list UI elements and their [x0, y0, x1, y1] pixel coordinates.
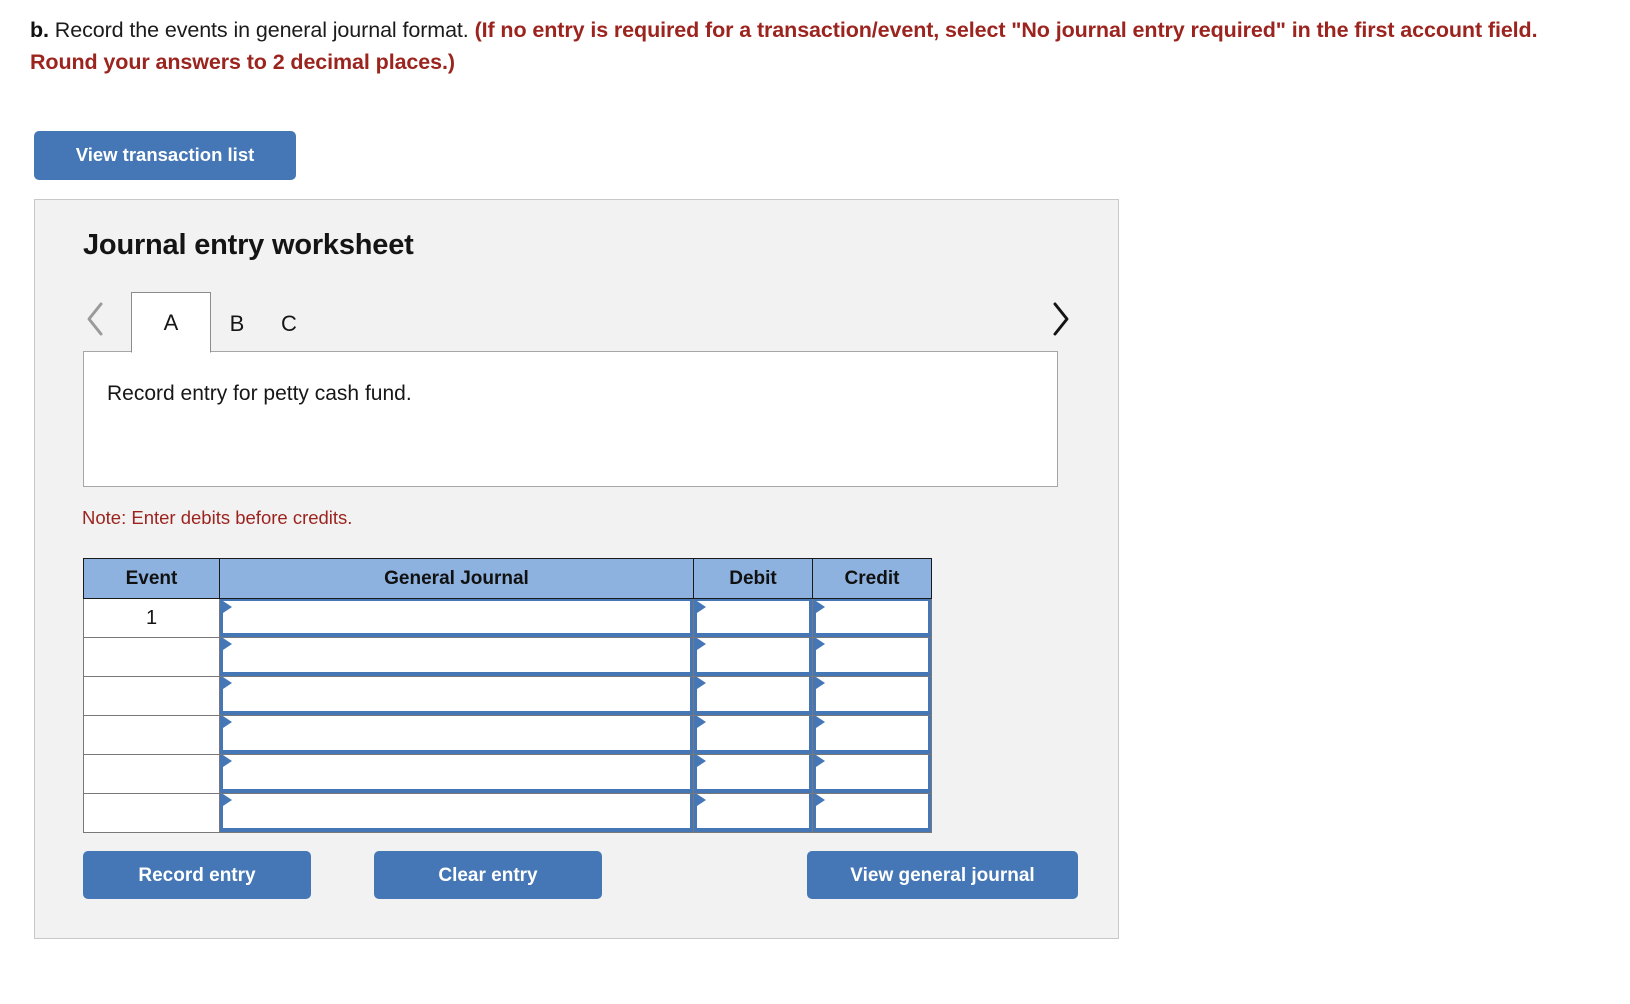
dropdown-caret-icon: [697, 638, 706, 650]
general-journal-select[interactable]: [220, 755, 693, 793]
debit-input[interactable]: [694, 677, 812, 715]
table-row: 1: [83, 598, 932, 638]
prompt-label: b.: [30, 18, 49, 42]
general-journal-select[interactable]: [220, 677, 693, 715]
dropdown-caret-icon: [223, 677, 232, 689]
debit-input-cell[interactable]: [693, 637, 813, 677]
dropdown-caret-icon: [223, 601, 232, 613]
credit-input[interactable]: [813, 716, 931, 754]
table-row: [83, 715, 932, 755]
column-header-credit: Credit: [812, 558, 932, 599]
credit-input[interactable]: [813, 794, 931, 832]
clear-entry-button[interactable]: Clear entry: [374, 851, 602, 899]
transaction-description-text: Record entry for petty cash fund.: [107, 382, 412, 405]
dropdown-caret-icon: [816, 755, 825, 767]
dropdown-caret-icon: [816, 638, 825, 650]
record-entry-button[interactable]: Record entry: [83, 851, 311, 899]
debit-input-cell[interactable]: [693, 715, 813, 755]
credit-input[interactable]: [813, 599, 931, 637]
dropdown-caret-icon: [816, 716, 825, 728]
table-header-row: Event General Journal Debit Credit: [83, 558, 932, 599]
tab-b[interactable]: B: [211, 294, 263, 353]
debit-input[interactable]: [694, 794, 812, 832]
dropdown-caret-icon: [223, 638, 232, 650]
general-journal-select-cell[interactable]: [219, 676, 694, 716]
debits-before-credits-note: Note: Enter debits before credits.: [82, 507, 353, 528]
table-row: [83, 676, 932, 716]
table-row: [83, 754, 932, 794]
dropdown-caret-icon: [697, 755, 706, 767]
credit-input-cell[interactable]: [812, 754, 932, 794]
dropdown-caret-icon: [816, 794, 825, 806]
general-journal-select[interactable]: [220, 638, 693, 676]
event-number-cell: [83, 754, 220, 794]
dropdown-caret-icon: [697, 601, 706, 613]
general-journal-select-cell[interactable]: [219, 637, 694, 677]
general-journal-select[interactable]: [220, 716, 693, 754]
worksheet-tab-strip: A B C: [83, 289, 1073, 353]
credit-input[interactable]: [813, 638, 931, 676]
column-header-general-journal: General Journal: [219, 558, 694, 599]
debit-input[interactable]: [694, 716, 812, 754]
credit-input-cell[interactable]: [812, 598, 932, 638]
event-number-cell: 1: [83, 598, 220, 638]
dropdown-caret-icon: [816, 677, 825, 689]
worksheet-title: Journal entry worksheet: [83, 229, 414, 261]
prompt-plain-text: Record the events in general journal for…: [48, 18, 475, 42]
debit-input-cell[interactable]: [693, 754, 813, 794]
general-journal-select-cell[interactable]: [219, 754, 694, 794]
worksheet-tabs: A B C: [131, 289, 315, 353]
credit-input[interactable]: [813, 677, 931, 715]
chevron-left-icon[interactable]: [83, 297, 109, 341]
general-journal-select-cell[interactable]: [219, 598, 694, 638]
debit-input-cell[interactable]: [693, 676, 813, 716]
journal-entry-worksheet-panel: Journal entry worksheet A B C Record ent…: [34, 199, 1119, 939]
transaction-description-box: Record entry for petty cash fund.: [83, 351, 1058, 487]
event-number-cell: [83, 793, 220, 833]
credit-input[interactable]: [813, 755, 931, 793]
credit-input-cell[interactable]: [812, 715, 932, 755]
dropdown-caret-icon: [816, 601, 825, 613]
debit-input-cell[interactable]: [693, 598, 813, 638]
general-journal-table: Event General Journal Debit Credit 1: [83, 558, 932, 833]
dropdown-caret-icon: [223, 794, 232, 806]
tab-c[interactable]: C: [263, 294, 315, 353]
chevron-right-icon[interactable]: [1047, 297, 1073, 341]
debit-input-cell[interactable]: [693, 793, 813, 833]
question-prompt: b. Record the events in general journal …: [30, 14, 1610, 79]
general-journal-select[interactable]: [220, 794, 693, 832]
table-row: [83, 793, 932, 833]
dropdown-caret-icon: [697, 794, 706, 806]
event-number-cell: [83, 715, 220, 755]
tab-a[interactable]: A: [131, 292, 211, 353]
debit-input[interactable]: [694, 599, 812, 637]
event-number-cell: [83, 676, 220, 716]
debit-input[interactable]: [694, 638, 812, 676]
dropdown-caret-icon: [697, 677, 706, 689]
dropdown-caret-icon: [223, 716, 232, 728]
column-header-event: Event: [83, 558, 220, 599]
general-journal-select-cell[interactable]: [219, 715, 694, 755]
table-row: [83, 637, 932, 677]
credit-input-cell[interactable]: [812, 676, 932, 716]
column-header-debit: Debit: [693, 558, 813, 599]
view-general-journal-button[interactable]: View general journal: [807, 851, 1078, 899]
debit-input[interactable]: [694, 755, 812, 793]
general-journal-select-cell[interactable]: [219, 793, 694, 833]
credit-input-cell[interactable]: [812, 793, 932, 833]
view-transaction-list-button[interactable]: View transaction list: [34, 131, 296, 180]
event-number-cell: [83, 637, 220, 677]
credit-input-cell[interactable]: [812, 637, 932, 677]
general-journal-select[interactable]: [220, 599, 693, 637]
dropdown-caret-icon: [223, 755, 232, 767]
dropdown-caret-icon: [697, 716, 706, 728]
